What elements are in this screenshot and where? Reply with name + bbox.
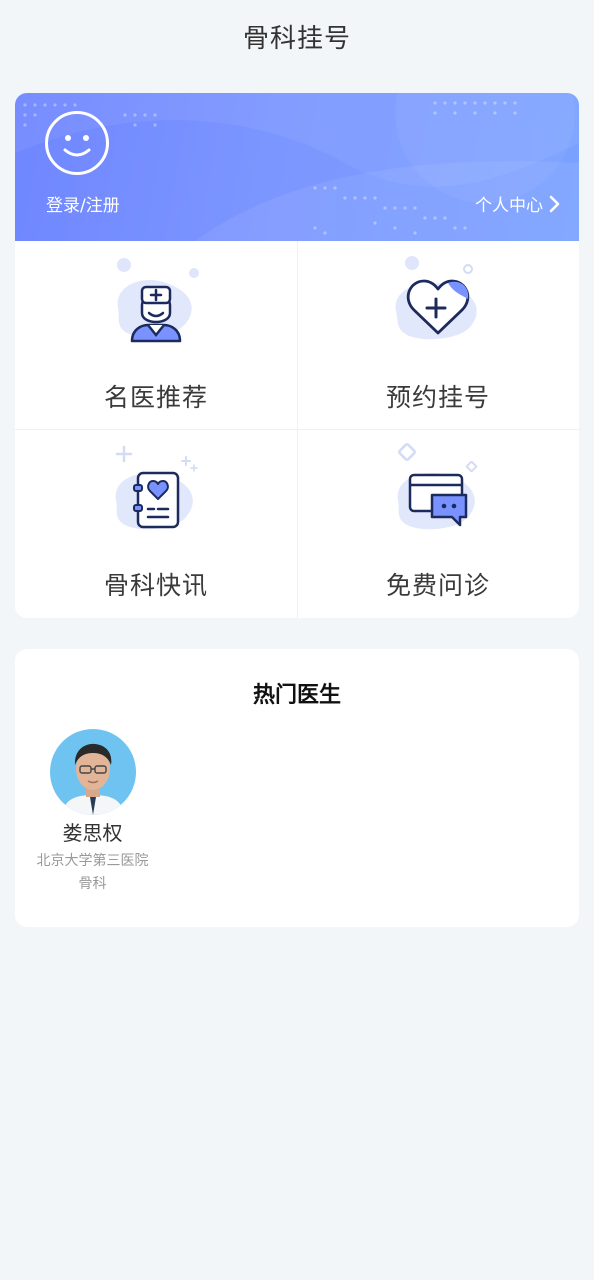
menu-label: 免费问诊 [385,571,490,600]
doctor-hospital: 北京大学第三医院 [36,853,149,869]
page-title: 骨科挂号 [242,23,351,54]
menu-item-appointment[interactable]: 预约挂号 [297,241,579,429]
menu-label: 预约挂号 [385,383,490,412]
doctor-department: 骨科 [78,876,107,892]
menu-item-free-consultation[interactable]: 免费问诊 [297,429,579,617]
menu-item-orthopedic-news[interactable]: 骨科快讯 [15,429,297,617]
news-book-icon [115,445,198,530]
feature-grid: 名医推荐 预约挂号 骨科快讯 免费问诊 [15,241,579,618]
doctor-avatar [49,729,136,815]
menu-label: 名医推荐 [103,383,208,412]
chat-card-icon [397,443,478,530]
menu-label: 骨科快讯 [103,571,208,600]
main-card: 登录/注册 个人中心 名医推荐 预约挂号 骨科快讯 免费问诊 [15,93,579,618]
heart-plus-icon [395,256,477,340]
chevron-right-icon [549,195,560,212]
doctor-name: 娄思权 [62,821,123,845]
doctor-icon [117,258,199,343]
menu-item-famous-doctors[interactable]: 名医推荐 [15,241,297,429]
personal-center-link[interactable]: 个人中心 [475,191,561,216]
hot-doctors-card: 热门医生 娄思权 北京大学第三医院 骨科 [15,649,579,927]
doctor-card[interactable]: 娄思权 北京大学第三医院 骨科 [15,729,170,893]
hot-doctors-title: 热门医生 [252,683,341,708]
smiley-face-icon[interactable] [45,111,109,175]
user-banner: 登录/注册 个人中心 [15,93,579,241]
personal-center-label: 个人中心 [475,196,543,216]
login-register-link[interactable]: 登录/注册 [46,191,120,216]
page: 骨科挂号 登录/注册 个人中心 名医推荐 预约挂号 骨科快讯 免费问诊 热门医生… [0,0,594,1280]
